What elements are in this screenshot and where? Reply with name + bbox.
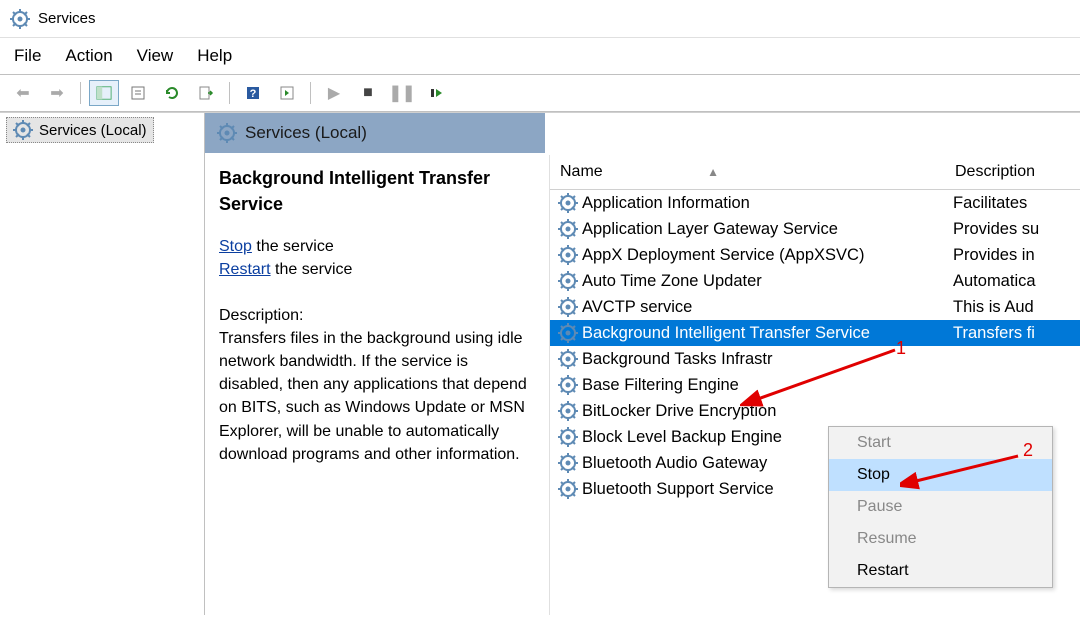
help-button[interactable]: ? xyxy=(238,80,268,106)
snapin-button[interactable] xyxy=(272,80,302,106)
service-name: Bluetooth Audio Gateway xyxy=(582,454,767,473)
column-header-name[interactable]: Name ▲ xyxy=(560,163,955,181)
show-hide-tree-button[interactable] xyxy=(89,80,119,106)
service-description: Provides in xyxy=(953,246,1080,265)
gear-icon xyxy=(217,123,237,143)
service-row[interactable]: Base Filtering Engine xyxy=(550,372,1080,398)
service-name: Background Tasks Infrastr xyxy=(582,350,772,369)
title-bar: Services xyxy=(0,0,1080,38)
gear-icon xyxy=(558,193,578,213)
stop-service-link[interactable]: Stop xyxy=(219,238,252,255)
ctx-stop[interactable]: Stop xyxy=(829,459,1052,491)
gear-icon xyxy=(558,349,578,369)
service-name: Application Information xyxy=(582,194,750,213)
gear-icon xyxy=(558,245,578,265)
ctx-pause[interactable]: Pause xyxy=(829,491,1052,523)
tree-node-services-local[interactable]: Services (Local) xyxy=(6,117,154,143)
forward-button[interactable]: ➡ xyxy=(42,80,72,106)
back-button[interactable]: ⬅ xyxy=(8,80,38,106)
description-text: Transfers files in the background using … xyxy=(219,327,533,466)
service-row[interactable]: Application Information Facilitates xyxy=(550,190,1080,216)
gear-icon xyxy=(558,375,578,395)
ctx-start[interactable]: Start xyxy=(829,427,1052,459)
toolbar-sep xyxy=(80,82,81,104)
export-button[interactable] xyxy=(191,80,221,106)
service-row[interactable]: Background Tasks Infrastr xyxy=(550,346,1080,372)
tree-node-label: Services (Local) xyxy=(39,122,147,139)
gear-icon xyxy=(13,120,33,140)
service-name: AppX Deployment Service (AppXSVC) xyxy=(582,246,864,265)
service-name: Auto Time Zone Updater xyxy=(582,272,762,291)
gear-icon xyxy=(558,323,578,343)
service-description: Facilitates xyxy=(953,194,1080,213)
menu-bar: File Action View Help xyxy=(0,38,1080,74)
svg-text:?: ? xyxy=(250,88,257,100)
gear-icon xyxy=(558,453,578,473)
service-row[interactable]: AppX Deployment Service (AppXSVC) Provide… xyxy=(550,242,1080,268)
service-row[interactable]: Auto Time Zone Updater Automatica xyxy=(550,268,1080,294)
context-menu: Start Stop Pause Resume Restart xyxy=(828,426,1053,588)
detail-pane: Background Intelligent Transfer Service … xyxy=(205,155,550,615)
ctx-resume[interactable]: Resume xyxy=(829,523,1052,555)
service-name: Block Level Backup Engine xyxy=(582,428,782,447)
toolbar-sep xyxy=(310,82,311,104)
service-name: Application Layer Gateway Service xyxy=(582,220,838,239)
menu-file[interactable]: File xyxy=(14,46,41,66)
description-label: Description: xyxy=(219,304,533,327)
panel-header-label: Services (Local) xyxy=(245,123,367,143)
services-app-icon xyxy=(10,9,30,29)
toolbar-sep xyxy=(229,82,230,104)
service-row[interactable]: BitLocker Drive Encryption xyxy=(550,398,1080,424)
refresh-button[interactable] xyxy=(157,80,187,106)
selected-service-title: Background Intelligent Transfer Service xyxy=(219,165,533,217)
gear-icon xyxy=(558,427,578,447)
list-header: Name ▲ Description xyxy=(550,155,1080,190)
gear-icon xyxy=(558,479,578,499)
column-header-description[interactable]: Description xyxy=(955,163,1080,181)
ctx-restart[interactable]: Restart xyxy=(829,555,1052,587)
service-row[interactable]: Application Layer Gateway Service Provide… xyxy=(550,216,1080,242)
properties-button[interactable] xyxy=(123,80,153,106)
service-description: Provides su xyxy=(953,220,1080,239)
service-name: BitLocker Drive Encryption xyxy=(582,402,776,421)
service-name: AVCTP service xyxy=(582,298,692,317)
service-row[interactable]: AVCTP service This is Aud xyxy=(550,294,1080,320)
service-description: This is Aud xyxy=(953,298,1080,317)
pause-service-button[interactable]: ❚❚ xyxy=(387,80,417,106)
stop-suffix: the service xyxy=(252,238,334,255)
panel-header: Services (Local) xyxy=(205,113,545,155)
menu-view[interactable]: View xyxy=(137,46,174,66)
gear-icon xyxy=(558,297,578,317)
gear-icon xyxy=(558,401,578,421)
gear-icon xyxy=(558,271,578,291)
menu-action[interactable]: Action xyxy=(65,46,112,66)
toolbar: ⬅ ➡ ? ▶ ■ ❚❚ xyxy=(0,74,1080,112)
sort-ascending-icon: ▲ xyxy=(707,165,719,179)
restart-service-link[interactable]: Restart xyxy=(219,261,271,278)
service-row[interactable]: Background Intelligent Transfer Service T… xyxy=(550,320,1080,346)
start-service-button[interactable]: ▶ xyxy=(319,80,349,106)
gear-icon xyxy=(558,219,578,239)
service-name: Background Intelligent Transfer Service xyxy=(582,324,870,343)
stop-service-button[interactable]: ■ xyxy=(353,80,383,106)
tree-pane: Services (Local) xyxy=(0,113,205,615)
service-name: Bluetooth Support Service xyxy=(582,480,774,499)
service-name: Base Filtering Engine xyxy=(582,376,739,395)
window-title: Services xyxy=(38,10,96,27)
service-description: Automatica xyxy=(953,272,1080,291)
service-description: Transfers fi xyxy=(953,324,1080,343)
menu-help[interactable]: Help xyxy=(197,46,232,66)
restart-suffix: the service xyxy=(271,261,353,278)
restart-service-button[interactable] xyxy=(421,80,451,106)
